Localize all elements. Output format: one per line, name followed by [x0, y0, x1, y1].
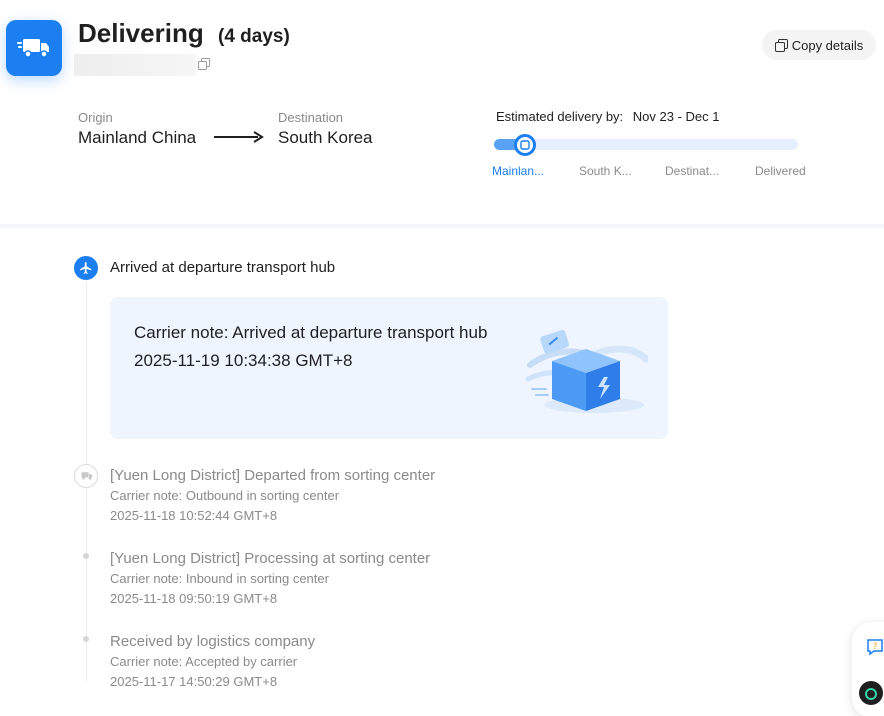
tracking-number-redacted	[74, 54, 196, 76]
stage-destination: Destinat...	[665, 164, 720, 178]
event-1-title: [Yuen Long District] Departed from sorti…	[110, 467, 436, 484]
stage-origin: Mainlan...	[492, 164, 545, 178]
estimated-delivery: Estimated delivery by: Nov 23 - Dec 1	[496, 109, 720, 124]
package-icon	[520, 140, 530, 150]
truck-icon	[17, 39, 49, 58]
status-title: Delivering	[78, 18, 204, 48]
section-divider	[0, 224, 884, 228]
event-3-title: Received by logistics company	[110, 633, 316, 650]
delivery-progress-bar	[494, 139, 798, 150]
svg-text:?: ?	[873, 642, 878, 652]
eta-dates: Nov 23 - Dec 1	[632, 109, 720, 124]
copy-icon	[774, 38, 788, 52]
event-2-marker	[83, 553, 89, 559]
current-event-card: Carrier note: Arrived at departure trans…	[110, 297, 668, 439]
stage-delivered: Delivered	[755, 164, 806, 178]
event-2-time: 2025-11-18 09:50:19 GMT+8	[110, 591, 278, 606]
package-illustration	[525, 329, 648, 413]
truck-small-icon	[81, 472, 93, 480]
current-event-note: Carrier note: Arrived at departure trans…	[134, 323, 488, 342]
destination-value: South Korea	[278, 128, 373, 147]
plane-icon	[80, 262, 92, 274]
event-2-title: [Yuen Long District] Processing at sorti…	[110, 550, 431, 567]
copy-details-label: Copy details	[791, 37, 864, 53]
help-icon[interactable]: ?	[866, 638, 884, 656]
origin-value: Mainland China	[78, 128, 197, 147]
progress-knob	[514, 134, 536, 156]
eta-label: Estimated delivery by:	[496, 109, 624, 124]
event-1-marker	[74, 464, 98, 488]
route-arrow-icon	[214, 131, 264, 143]
origin-label: Origin	[78, 110, 113, 125]
help-widget[interactable]: ?	[852, 622, 884, 716]
destination-label: Destination	[278, 110, 344, 125]
copy-details-button[interactable]: Copy details	[762, 30, 876, 60]
truck-status-icon	[6, 20, 62, 76]
event-1-note: Carrier note: Outbound in sorting center	[110, 488, 340, 503]
copy-tracking-icon[interactable]	[198, 58, 210, 70]
event-3-note: Carrier note: Accepted by carrier	[110, 654, 298, 669]
event-3-marker	[83, 636, 89, 642]
event-2-note: Carrier note: Inbound in sorting center	[110, 571, 329, 586]
current-event-title: Arrived at departure transport hub	[110, 259, 336, 276]
shipment-tracking-page: Delivering (4 days) Copy details Origin …	[0, 0, 884, 716]
current-event-marker	[74, 256, 98, 280]
event-1-time: 2025-11-18 10:52:44 GMT+8	[110, 508, 278, 523]
current-event-time: 2025-11-19 10:34:38 GMT+8	[134, 351, 353, 370]
stage-transit: South K...	[579, 164, 632, 178]
event-3-time: 2025-11-17 14:50:29 GMT+8	[110, 674, 278, 689]
status-duration: (4 days)	[218, 26, 290, 47]
assistant-robot-icon[interactable]	[858, 680, 884, 706]
